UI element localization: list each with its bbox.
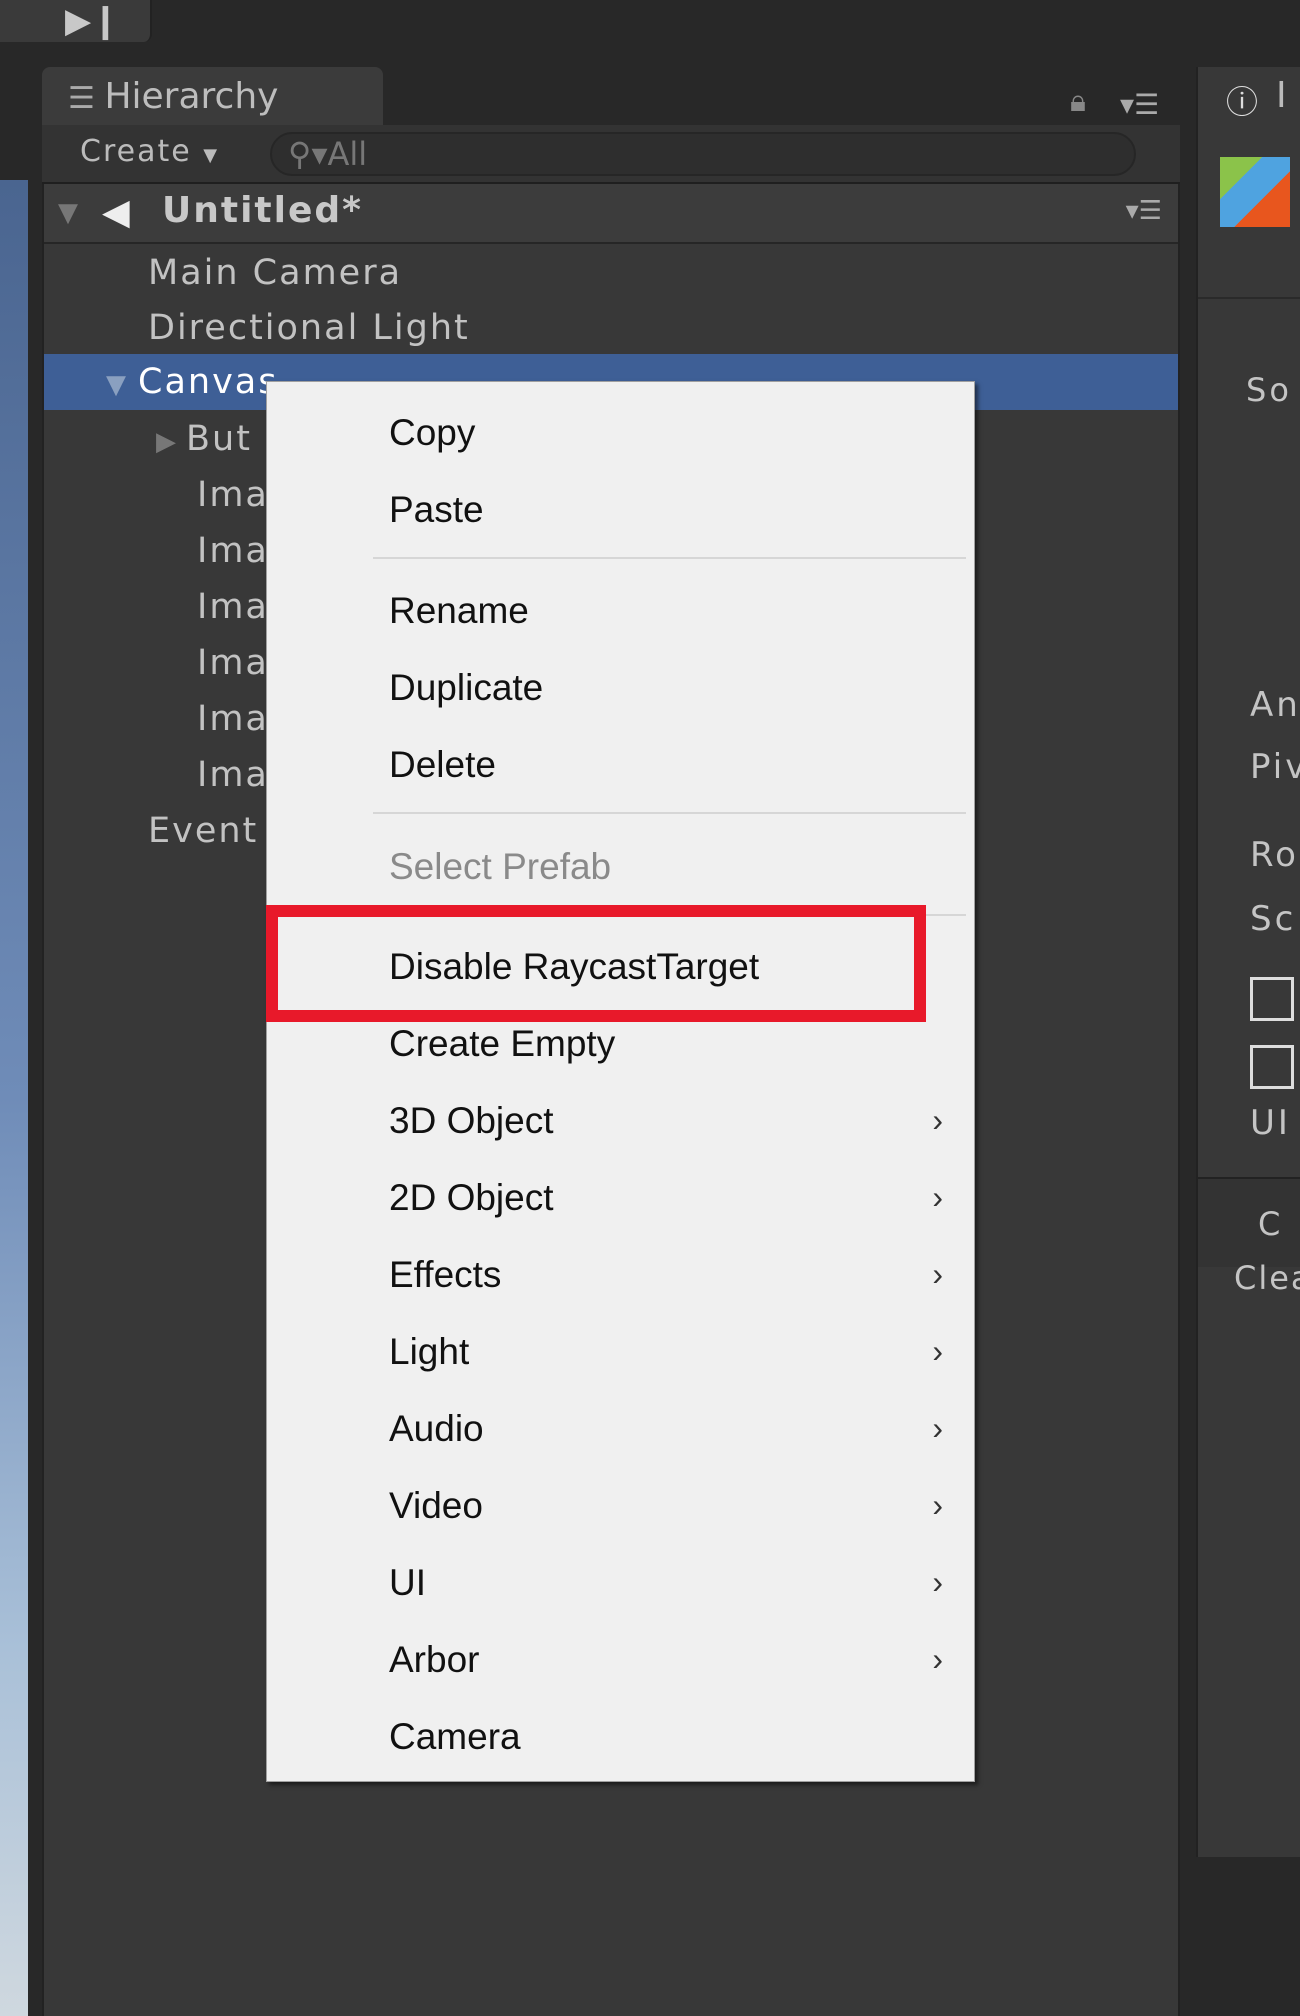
chevron-down-icon: ▼ [203, 145, 220, 166]
menu-item-video[interactable]: Video › [389, 1467, 959, 1544]
chevron-right-icon: › [932, 1102, 943, 1138]
item-label: Ima [197, 755, 269, 795]
item-label: But [186, 419, 252, 459]
chevron-right-icon: › [932, 1410, 943, 1446]
inspector-label[interactable]: So [1246, 371, 1292, 409]
step-button[interactable]: ▶❙ [0, 0, 152, 42]
search-icon: ⚲▾ [288, 135, 328, 173]
menu-item-effects[interactable]: Effects › [389, 1236, 959, 1313]
scene-view-edge [0, 180, 28, 2016]
tab-inspector[interactable]: I [1276, 75, 1287, 116]
menu-item-copy[interactable]: Copy [389, 394, 959, 471]
menu-label: UI [389, 1562, 426, 1603]
search-placeholder: All [327, 135, 368, 173]
unity-logo-icon: ◀ [102, 192, 130, 233]
chevron-right-icon: › [932, 1256, 943, 1292]
menu-item-select-prefab: Select Prefab [389, 828, 959, 905]
item-label: Event [148, 811, 259, 851]
inspector-panel: ⓘ I So An Piv Ro Sc UI C Clea [1196, 67, 1300, 1857]
menu-item-rename[interactable]: Rename [389, 572, 959, 649]
create-label: Create [80, 134, 192, 169]
menu-separator [373, 812, 966, 814]
menu-item-duplicate[interactable]: Duplicate [389, 649, 959, 726]
hierarchy-item[interactable]: Main Camera [44, 245, 1178, 301]
menu-item-arbor[interactable]: Arbor › [389, 1621, 959, 1698]
menu-label: Copy [389, 412, 476, 453]
menu-item-3d-object[interactable]: 3D Object › [389, 1082, 959, 1159]
menu-label: Audio [389, 1408, 484, 1449]
scene-name: Untitled* [162, 190, 363, 231]
menu-label: Arbor [389, 1639, 480, 1680]
menu-label: Select Prefab [389, 846, 612, 887]
menu-label: Camera [389, 1716, 521, 1757]
menu-label: Video [389, 1485, 483, 1526]
inspector-label: Sc [1250, 899, 1297, 939]
menu-label: Delete [389, 744, 496, 785]
component-icon [1250, 977, 1294, 1021]
chevron-right-icon: › [932, 1333, 943, 1369]
item-label: Directional Light [148, 308, 470, 348]
rect-transform-icon [1250, 1045, 1294, 1089]
collapsed-triangle-icon[interactable]: ▶ [156, 427, 178, 457]
clear-button[interactable]: Clea [1234, 1259, 1300, 1297]
hierarchy-item[interactable]: Directional Light [44, 300, 1178, 356]
info-icon: ⓘ [1226, 83, 1259, 121]
item-label: Main Camera [148, 253, 403, 293]
menu-item-ui[interactable]: UI › [389, 1544, 959, 1621]
context-menu: Copy Paste Rename Duplicate Delete Selec… [266, 381, 975, 1782]
scene-row[interactable]: ▼ ◀ Untitled* ▾☰ [44, 184, 1178, 244]
menu-label: Create Empty [389, 1023, 616, 1064]
list-icon: ☰ [68, 81, 105, 116]
step-icon: ▶❙ [65, 1, 120, 41]
item-label: Ima [197, 643, 269, 683]
search-input[interactable]: ⚲▾All [270, 132, 1136, 176]
menu-separator [373, 557, 966, 559]
create-dropdown[interactable]: Create ▼ [80, 134, 219, 169]
menu-label: Paste [389, 489, 484, 530]
menu-item-2d-object[interactable]: 2D Object › [389, 1159, 959, 1236]
menu-item-camera[interactable]: Camera [389, 1698, 959, 1775]
menu-label: 3D Object [389, 1100, 554, 1141]
lock-icon[interactable]: 🔒︎ [1070, 84, 1086, 119]
item-label: Ima [197, 531, 269, 571]
menu-item-audio[interactable]: Audio › [389, 1390, 959, 1467]
menu-item-paste[interactable]: Paste [389, 471, 959, 548]
chevron-right-icon: › [932, 1487, 943, 1523]
item-label: Ima [197, 475, 269, 515]
menu-label: Duplicate [389, 667, 544, 708]
menu-label: Effects [389, 1254, 502, 1295]
menu-item-light[interactable]: Light › [389, 1313, 959, 1390]
inspector-label: Ro [1250, 835, 1299, 875]
inspector-label: UI [1250, 1103, 1291, 1143]
item-label: Canvas [138, 362, 279, 402]
expand-triangle-icon[interactable]: ▼ [58, 198, 78, 228]
menu-label: 2D Object [389, 1177, 554, 1218]
inspector-label: An [1250, 685, 1300, 725]
tab-label: Hierarchy [104, 76, 279, 117]
chevron-right-icon: › [932, 1641, 943, 1677]
inspector-label: Piv [1250, 747, 1300, 787]
highlight-box [266, 905, 926, 1022]
chevron-right-icon: › [932, 1564, 943, 1600]
tab-console[interactable]: C [1258, 1205, 1280, 1243]
gameobject-cube-icon [1220, 157, 1290, 227]
item-label: Ima [197, 699, 269, 739]
expand-triangle-icon[interactable]: ▼ [106, 370, 128, 400]
tab-hierarchy[interactable]: ☰ Hierarchy [42, 67, 383, 127]
menu-label: Rename [389, 590, 529, 631]
chevron-right-icon: › [932, 1179, 943, 1215]
item-label: Ima [197, 587, 269, 627]
panel-menu-icon[interactable]: ▾☰ [1120, 88, 1159, 121]
menu-label: Light [389, 1331, 470, 1372]
scene-menu-icon[interactable]: ▾☰ [1126, 196, 1162, 226]
menu-item-delete[interactable]: Delete [389, 726, 959, 803]
